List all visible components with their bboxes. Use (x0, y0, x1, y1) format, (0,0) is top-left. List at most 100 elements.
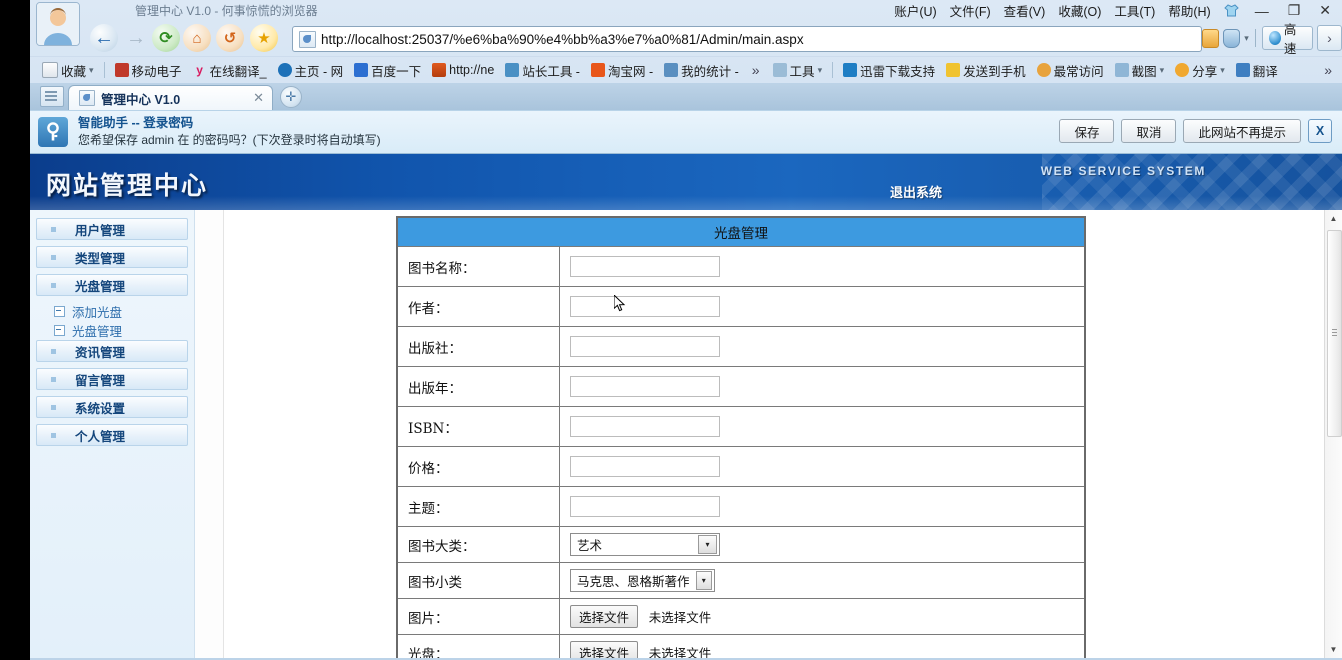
field-label: 光盘： (396, 634, 560, 658)
sidebar-item-message-management[interactable]: 留言管理 (36, 368, 188, 390)
logout-link[interactable]: 退出系统 (890, 182, 942, 201)
history-icon[interactable]: ↺ (216, 24, 244, 52)
tab-close-icon[interactable]: ✕ (237, 90, 264, 106)
content-area: 光盘管理 图书名称： 作者： 出版社： 出版年： ISBN： 价格： 主题： 图… (224, 210, 1342, 658)
field-label: 主题： (396, 486, 560, 527)
sidebar-item-user-management[interactable]: 用户管理 (36, 218, 188, 240)
field-label: 图书大类： (396, 526, 560, 563)
price-input[interactable] (570, 456, 720, 477)
speed-mode-button[interactable]: 高速 (1261, 23, 1313, 56)
reload-icon[interactable]: ⟳ (152, 24, 180, 52)
table-row: 作者： (396, 286, 1086, 327)
field-label: 出版社： (396, 326, 560, 367)
bookmark-item[interactable]: 我的统计 - (660, 59, 743, 82)
download-manager-icon[interactable] (1202, 28, 1220, 48)
ext-share-button[interactable]: 分享 ▾ (1171, 59, 1229, 82)
bookmarks-overflow-icon[interactable]: » (746, 62, 766, 78)
sidebar-item-label: 资讯管理 (75, 345, 126, 360)
never-for-site-button[interactable]: 此网站不再提示 (1183, 119, 1301, 143)
close-window-button[interactable]: ✕ (1316, 2, 1334, 19)
bookmark-item[interactable]: 站长工具 - (501, 59, 584, 82)
scrollbar-thumb[interactable] (1327, 230, 1342, 437)
share-icon (1175, 63, 1190, 77)
home-icon[interactable]: ⌂ (183, 24, 211, 52)
tab-admin-center[interactable]: 管理中心 V1.0 ✕ (68, 85, 273, 110)
page-body: 用户管理 类型管理 光盘管理 添加光盘 光盘管理 资讯管理 留言管理 系统设置 … (30, 210, 1342, 658)
field-label: 作者： (396, 286, 560, 327)
shield-icon[interactable] (1223, 28, 1241, 48)
bookmark-item[interactable]: 淘宝网 - (587, 59, 657, 82)
bookmark-item[interactable]: 百度一下 (350, 59, 425, 82)
menu-account[interactable]: 账户(U) (894, 1, 936, 20)
window-titlebar: 管理中心 V1.0 - 何事惊慌的浏览器 账户(U) 文件(F) 查看(V) 收… (30, 0, 1342, 46)
bookmark-item[interactable]: http://ne (428, 61, 498, 79)
bookmark-item[interactable]: 主页 - 网 (274, 59, 348, 82)
ext-screenshot-button[interactable]: 截图 ▾ (1111, 59, 1169, 82)
author-input[interactable] (570, 296, 720, 317)
skin-shirt-icon[interactable] (1223, 4, 1239, 17)
bookmark-item[interactable]: y 在线翻译_ (189, 59, 271, 82)
tab-favicon-icon (79, 90, 95, 106)
cancel-password-button[interactable]: 取消 (1121, 119, 1177, 143)
bookmark-label: 站长工具 - (522, 64, 580, 79)
subject-input[interactable] (570, 496, 720, 517)
menu-view[interactable]: 查看(V) (1004, 1, 1046, 20)
tab-list-icon[interactable] (40, 86, 64, 107)
sidebar-item-label: 个人管理 (75, 429, 126, 444)
forward-icon[interactable]: → (122, 24, 150, 52)
notification-message: 您希望保存 admin 在 的密码吗？(下次登录时将自动填写) (78, 133, 381, 148)
ext-send-to-phone-button[interactable]: 发送到手机 (942, 59, 1030, 82)
sidebar-item-disc-management[interactable]: 光盘管理 (36, 274, 188, 296)
toolbar-tools-button[interactable]: 工具 ▾ (769, 59, 827, 82)
ext-translate-button[interactable]: 翻译 (1232, 59, 1282, 82)
chevron-down-icon: ▾ (1220, 64, 1225, 75)
minimize-button[interactable]: — (1252, 3, 1272, 19)
image-choose-file-button[interactable]: 选择文件 (570, 605, 639, 628)
divider (832, 62, 834, 78)
favorite-star-icon[interactable]: ★ (250, 24, 278, 52)
field-label: 价格： (396, 446, 560, 487)
menu-tools[interactable]: 工具(T) (1114, 1, 1155, 20)
bookmark-item[interactable]: 移动电子 (111, 59, 186, 82)
sidebar-item-system-settings[interactable]: 系统设置 (36, 396, 188, 418)
book-subcategory-select[interactable]: 马克思、恩格斯著作 ▾ (570, 569, 715, 592)
disc-choose-file-button[interactable]: 选择文件 (570, 641, 639, 658)
book-category-select[interactable]: 艺术 ▾ (570, 533, 720, 556)
collapse-box-icon (54, 325, 65, 336)
bookmark-label: 百度一下 (371, 64, 422, 79)
chevron-down-icon[interactable]: ▾ (1244, 33, 1249, 44)
page-vertical-scrollbar[interactable]: ▲ ▼ (1324, 210, 1342, 658)
back-icon[interactable]: ← (90, 24, 118, 52)
ext-thunder-button[interactable]: 迅雷下载支持 (839, 59, 939, 82)
sidebar-item-personal-management[interactable]: 个人管理 (36, 424, 188, 446)
sidebar-subitem-add-disc[interactable]: 添加光盘 (34, 302, 194, 321)
table-row: 图书小类 马克思、恩格斯著作 ▾ (396, 562, 1086, 599)
address-bar[interactable]: http://localhost:25037/%e6%ba%90%e4%bb%a… (292, 26, 1202, 52)
sidebar-item-label: 类型管理 (75, 251, 126, 266)
go-button[interactable]: › (1316, 25, 1342, 51)
isbn-input[interactable] (570, 416, 720, 437)
field-cell: 选择文件 未选择文件 (559, 598, 1086, 635)
new-tab-button[interactable]: ✛ (280, 86, 302, 108)
scroll-up-icon[interactable]: ▲ (1325, 210, 1342, 227)
bookmark-favorites[interactable]: 收藏 ▾ (38, 59, 98, 82)
page-viewport: 网站管理中心 WEB SERVICE SYSTEM 退出系统 用户管理 类型管理 (30, 154, 1342, 658)
publish-year-input[interactable] (570, 376, 720, 397)
menu-favorites[interactable]: 收藏(O) (1058, 1, 1101, 20)
menu-file[interactable]: 文件(F) (950, 1, 991, 20)
toolbar-overflow-icon[interactable]: » (1318, 62, 1338, 78)
close-notification-button[interactable]: X (1308, 119, 1332, 143)
sidebar-item-news-management[interactable]: 资讯管理 (36, 340, 188, 362)
book-subcategory-value: 马克思、恩格斯著作 (577, 575, 690, 589)
maximize-button[interactable]: ❐ (1285, 2, 1304, 19)
menu-help[interactable]: 帮助(H) (1168, 1, 1210, 20)
ext-most-visited-button[interactable]: 最常访问 (1033, 59, 1108, 82)
publisher-input[interactable] (570, 336, 720, 357)
sidebar-subitem-disc-management[interactable]: 光盘管理 (34, 321, 194, 340)
sidebar-item-type-management[interactable]: 类型管理 (36, 246, 188, 268)
save-password-button[interactable]: 保存 (1059, 119, 1115, 143)
field-cell: 马克思、恩格斯著作 ▾ (559, 562, 1086, 599)
scroll-down-icon[interactable]: ▼ (1325, 641, 1342, 658)
book-title-input[interactable] (570, 256, 720, 277)
bullet-icon (51, 433, 56, 438)
